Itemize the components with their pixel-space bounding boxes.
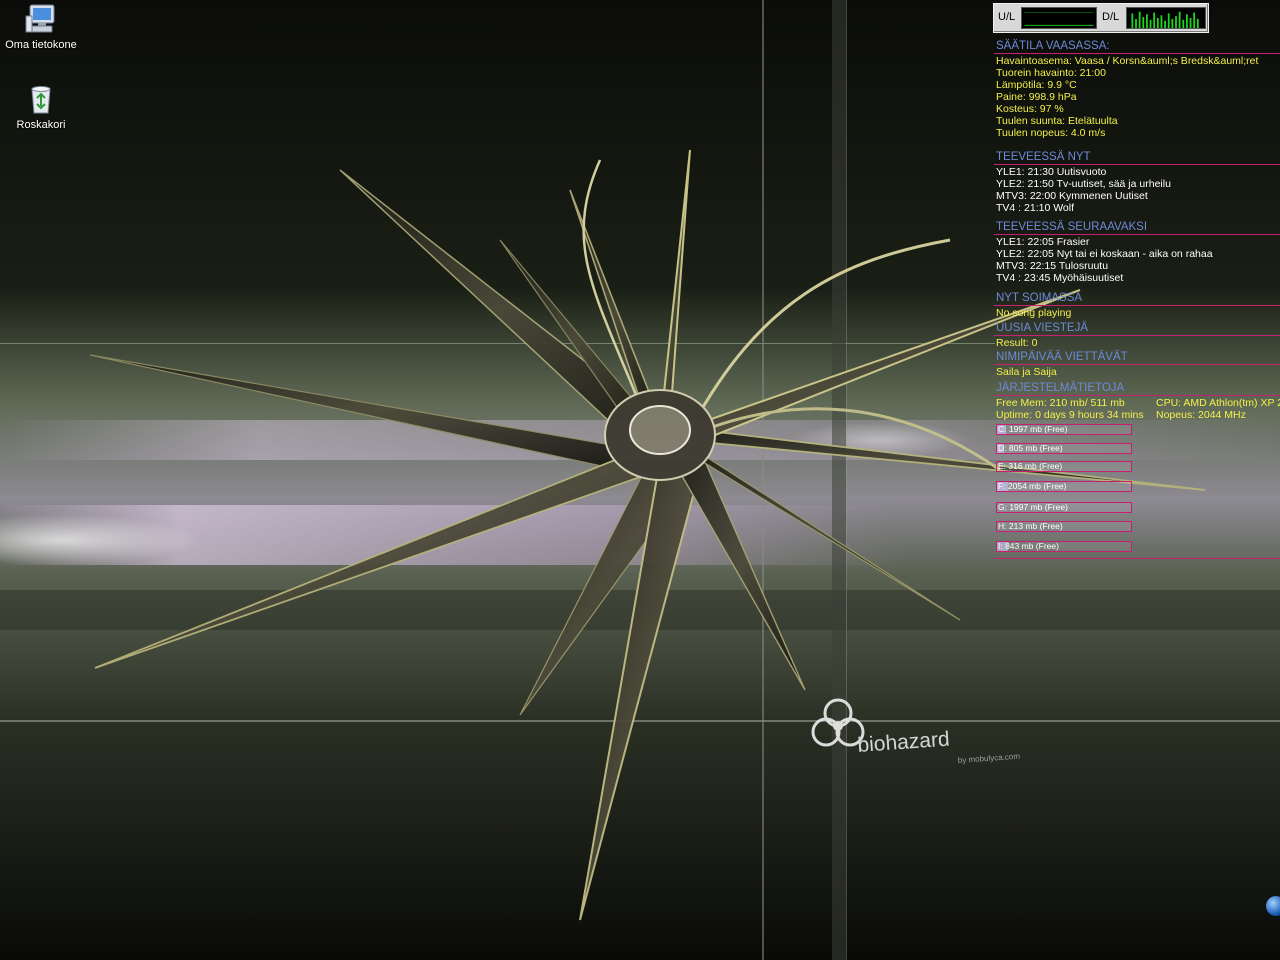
upload-graph	[1021, 7, 1097, 29]
network-monitor[interactable]: U/L D/L	[993, 3, 1209, 33]
uptime: Uptime: 0 days 9 hours 34 mins	[996, 409, 1144, 421]
weather-temperature: Lämpötila: 9.9 °C	[996, 79, 1077, 91]
drive-label: C: 1997 mb (Free)	[998, 424, 1068, 434]
section-title: SÄÄTILA VAASASSA:	[994, 40, 1280, 54]
drive-label: I: 843 mb (Free)	[998, 541, 1059, 551]
desktop-icon-recycle-bin[interactable]: Roskakori	[1, 82, 81, 131]
section-bottom-rule	[994, 558, 1280, 559]
weather-observed: Tuorein havainto: 21:00	[996, 67, 1106, 79]
free-memory: Free Mem: 210 mb/ 511 mb	[996, 397, 1125, 409]
desktop-icon-label: Roskakori	[16, 119, 66, 131]
now-playing-status: No song playing	[996, 307, 1072, 319]
name-days-names: Saila ja Saija	[996, 366, 1057, 378]
drive-bar: E: 316 mb (Free)	[996, 461, 1132, 472]
tv-listing: MTV3: 22:15 Tulosruutu	[996, 260, 1109, 272]
section-title: NIMIPÄIVÄÄ VIETTÄVÄT	[994, 351, 1280, 365]
drive-bar: C: 1997 mb (Free)	[996, 424, 1132, 435]
drive-bar: D: 805 mb (Free)	[996, 443, 1132, 454]
tv-listing: TV4 : 23:45 Myöhäisuutiset	[996, 272, 1124, 284]
tv-listing: YLE1: 21:30 Uutisvuoto	[996, 166, 1107, 178]
upload-label: U/L	[998, 11, 1016, 23]
section-title: NYT SOIMASSA	[994, 292, 1280, 306]
download-graph	[1126, 7, 1206, 29]
drive-label: E: 316 mb (Free)	[998, 461, 1063, 471]
section-title: TEEVEESSÄ SEURAAVAKSI	[994, 221, 1280, 235]
drive-label: F: 2054 mb (Free)	[998, 481, 1067, 491]
desktop-icon-my-computer[interactable]: Oma tietokone	[1, 2, 81, 51]
section-title: TEEVEESSÄ NYT	[994, 151, 1280, 165]
name-days-section: NIMIPÄIVÄÄ VIETTÄVÄT Saila ja Saija	[994, 351, 1280, 378]
drive-label: H: 213 mb (Free)	[998, 521, 1063, 531]
drive-bar: I: 843 mb (Free)	[996, 541, 1132, 552]
section-title: UUSIA VIESTEJÄ	[994, 322, 1280, 336]
tv-now-section: TEEVEESSÄ NYT YLE1: 21:30 Uutisvuoto YLE…	[994, 151, 1280, 214]
recycle-bin-icon	[31, 86, 51, 114]
new-messages-section: UUSIA VIESTEJÄ Result: 0	[994, 322, 1280, 349]
now-playing-section: NYT SOIMASSA No song playing	[994, 292, 1280, 319]
cpu-speed: Nopeus: 2044 MHz	[1156, 409, 1246, 421]
globe-icon[interactable]	[1266, 896, 1280, 916]
tv-next-section: TEEVEESSÄ SEURAAVAKSI YLE1: 22:05 Frasie…	[994, 221, 1280, 284]
desktop-info-widget: SÄÄTILA VAASASSA: Havaintoasema: Vaasa /…	[994, 38, 1280, 568]
weather-humidity: Kosteus: 97 %	[996, 103, 1064, 115]
new-messages-result: Result: 0	[996, 337, 1038, 349]
drive-label: D: 805 mb (Free)	[998, 443, 1063, 453]
drive-bar: F: 2054 mb (Free)	[996, 481, 1132, 492]
section-title: JÄRJESTELMÄTIETOJA	[994, 382, 1280, 396]
drive-bar: G: 1997 mb (Free)	[996, 502, 1132, 513]
system-info-section: JÄRJESTELMÄTIETOJA Free Mem: 210 mb/ 511…	[994, 382, 1280, 562]
weather-station: Havaintoasema: Vaasa / Korsn&auml;s Bred…	[996, 55, 1259, 67]
weather-section: SÄÄTILA VAASASSA: Havaintoasema: Vaasa /…	[994, 40, 1280, 139]
tv-listing: MTV3: 22:00 Kymmenen Uutiset	[996, 190, 1148, 202]
desktop: biohazard by mobulyca.com Oma tietokone …	[0, 0, 1280, 960]
tv-listing: YLE1: 22:05 Frasier	[996, 236, 1090, 248]
drive-label: G: 1997 mb (Free)	[998, 502, 1068, 512]
drive-bar: H: 213 mb (Free)	[996, 521, 1132, 532]
desktop-icon-label: Oma tietokone	[5, 39, 77, 51]
weather-pressure: Paine: 998.9 hPa	[996, 91, 1077, 103]
cpu-name: CPU: AMD Athlon(tm) XP 2	[1156, 397, 1280, 409]
tv-listing: YLE2: 22:05 Nyt tai ei koskaan - aika on…	[996, 248, 1213, 260]
weather-wind-speed: Tuulen nopeus: 4.0 m/s	[996, 127, 1106, 139]
weather-wind-direction: Tuulen suunta: Etelätuulta	[996, 115, 1118, 127]
download-label: D/L	[1102, 11, 1120, 23]
computer-icon	[25, 4, 55, 33]
tv-listing: TV4 : 21:10 Wolf	[996, 202, 1075, 214]
tv-listing: YLE2: 21:50 Tv-uutiset, sää ja urheilu	[996, 178, 1171, 190]
